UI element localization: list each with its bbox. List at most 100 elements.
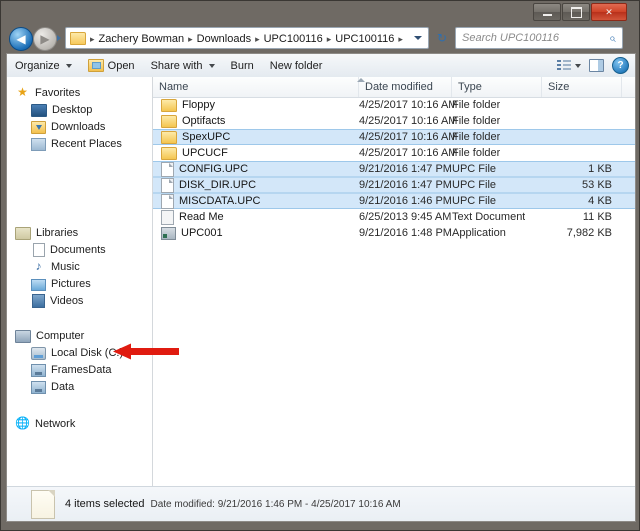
- folder-icon: [161, 146, 177, 160]
- sidebar-group-label: Favorites: [35, 86, 81, 99]
- table-row[interactable]: DISK_DIR.UPC 9/21/2016 1:47 PM UPC File 53 …: [153, 177, 635, 193]
- selection-count: 4 items selected: [65, 498, 145, 510]
- sidebar-item-documents[interactable]: Documents: [7, 241, 152, 258]
- cell-name: Optifacts: [153, 114, 225, 128]
- preview-pane-icon[interactable]: [589, 59, 604, 72]
- cell-name: CONFIG.UPC: [153, 161, 249, 177]
- table-row[interactable]: Read Me 6/25/2013 9:45 AM Text Document 11 …: [153, 209, 635, 225]
- sidebar-item-downloads[interactable]: Downloads: [7, 118, 152, 135]
- address-breadcrumb-bar[interactable]: ▸ Zachery Bowman ▸ Downloads ▸ UPC100116 ▸ UPC1…: [65, 27, 429, 49]
- organize-label: Organize: [15, 59, 60, 72]
- table-row[interactable]: SpexUPC 4/25/2017 10:16 AM File folder: [153, 129, 635, 145]
- breadcrumb-separator: ▸: [398, 34, 403, 44]
- toolbar-right-group: ?: [557, 57, 635, 74]
- sidebar-group-spacer: [7, 309, 152, 327]
- computer-icon: [15, 329, 31, 343]
- search-input[interactable]: Search UPC100116 ⌕: [455, 27, 623, 49]
- sidebar-item-music[interactable]: ♪ Music: [7, 258, 152, 275]
- chevron-down-icon[interactable]: [575, 63, 581, 68]
- burn-label: Burn: [230, 59, 254, 72]
- table-row[interactable]: Optifacts 4/25/2017 10:16 AM File folder: [153, 113, 635, 129]
- sidebar-group-computer[interactable]: Computer: [7, 327, 152, 344]
- document-icon: [33, 242, 45, 257]
- cell-date-modified: 9/21/2016 1:47 PM: [359, 163, 452, 175]
- column-header-date-modified[interactable]: Date modified: [359, 77, 452, 97]
- folder-icon: [161, 114, 177, 128]
- close-button[interactable]: ✕: [591, 3, 627, 21]
- cell-name: Floppy: [153, 98, 215, 112]
- sidebar-item-desktop[interactable]: Desktop: [7, 101, 152, 118]
- sidebar-item-pictures[interactable]: Pictures: [7, 275, 152, 292]
- history-dropdown-icon[interactable]: [57, 35, 61, 41]
- minimize-button[interactable]: [533, 3, 561, 21]
- desktop-icon: [31, 103, 47, 117]
- file-name-label: CONFIG.UPC: [179, 163, 249, 175]
- sort-indicator-icon: [357, 78, 365, 82]
- table-row[interactable]: CONFIG.UPC 9/21/2016 1:47 PM UPC File 1 KB: [153, 161, 635, 177]
- sidebar-item-recent-places[interactable]: Recent Places: [7, 135, 152, 152]
- sidebar-item-framesdata[interactable]: FramesData: [7, 361, 152, 378]
- sidebar-group-label: Network: [35, 417, 76, 430]
- open-button[interactable]: Open: [80, 55, 143, 76]
- search-icon: ⌕: [609, 30, 616, 45]
- organize-button[interactable]: Organize: [7, 55, 80, 76]
- share-with-button[interactable]: Share with: [143, 55, 223, 76]
- network-drive-icon: [31, 363, 46, 377]
- navigation-pane[interactable]: ★ Favorites Desktop Downloads Recent Places L…: [7, 77, 153, 486]
- file-list-pane[interactable]: Name Date modified Type Size Floppy 4/25/…: [153, 77, 635, 486]
- column-header-size[interactable]: Size: [542, 77, 622, 97]
- cell-date-modified: 9/21/2016 1:46 PM: [359, 195, 452, 207]
- sidebar-item-data[interactable]: Data: [7, 378, 152, 395]
- table-row[interactable]: MISCDATA.UPC 9/21/2016 1:46 PM UPC File 4 K…: [153, 193, 635, 209]
- red-annotation-arrow: [113, 343, 179, 360]
- column-header-name[interactable]: Name: [153, 77, 359, 97]
- command-toolbar: Organize Open Share with Burn New folder: [7, 54, 635, 78]
- sidebar-group-favorites[interactable]: ★ Favorites: [7, 84, 152, 101]
- cell-date-modified: 9/21/2016 1:48 PM: [359, 227, 452, 239]
- recent-places-icon: [31, 137, 46, 151]
- title-bar: ✕: [1, 1, 631, 23]
- burn-button[interactable]: Burn: [223, 55, 262, 76]
- breadcrumb-item[interactable]: Zachery Bowman: [97, 33, 187, 45]
- sidebar-item-label: Downloads: [51, 120, 106, 133]
- nav-top-spacer: [7, 77, 152, 84]
- sidebar-group-network[interactable]: 🌐 Network: [7, 415, 152, 432]
- cell-date-modified: 4/25/2017 10:16 AM: [359, 131, 458, 143]
- cell-type: UPC File: [452, 195, 497, 207]
- view-options-icon[interactable]: [557, 60, 571, 71]
- maximize-button[interactable]: [562, 3, 590, 21]
- sidebar-item-label: Videos: [50, 294, 84, 307]
- sidebar-group-libraries[interactable]: Libraries: [7, 224, 152, 241]
- sidebar-item-label: Documents: [50, 243, 106, 256]
- new-folder-label: New folder: [269, 59, 323, 72]
- breadcrumb-item[interactable]: UPC100116: [333, 33, 396, 45]
- chevron-down-icon[interactable]: [414, 36, 422, 40]
- column-header-type[interactable]: Type: [452, 77, 542, 97]
- cell-type: UPC File: [452, 163, 497, 175]
- sidebar-group-spacer: [7, 152, 152, 224]
- help-icon[interactable]: ?: [612, 57, 629, 74]
- network-drive-icon: [31, 380, 46, 394]
- forward-arrow-icon: ▶: [40, 32, 50, 46]
- breadcrumb-item[interactable]: UPC100116: [262, 33, 325, 45]
- cell-type: Application: [452, 227, 506, 239]
- open-label: Open: [107, 59, 135, 72]
- table-row[interactable]: UPCUCF 4/25/2017 10:16 AM File folder: [153, 145, 635, 161]
- sidebar-item-videos[interactable]: Videos: [7, 292, 152, 309]
- cell-date-modified: 6/25/2013 9:45 AM: [359, 211, 452, 223]
- sidebar-item-label: Recent Places: [51, 137, 122, 150]
- table-row[interactable]: UPC001 9/21/2016 1:48 PM Application 7,982 …: [153, 225, 635, 241]
- cell-type: File folder: [452, 115, 501, 127]
- breadcrumb-item[interactable]: Downloads: [195, 33, 253, 45]
- refresh-button[interactable]: ↻: [431, 27, 453, 49]
- table-row[interactable]: Floppy 4/25/2017 10:16 AM File folder: [153, 97, 635, 113]
- back-button[interactable]: ◀: [9, 27, 33, 51]
- forward-button[interactable]: ▶: [33, 27, 57, 51]
- refresh-icon: ↻: [436, 31, 448, 45]
- chevron-down-icon: [65, 63, 72, 68]
- sidebar-item-label: FramesData: [51, 363, 112, 376]
- cell-date-modified: 4/25/2017 10:16 AM: [359, 147, 458, 159]
- new-folder-button[interactable]: New folder: [262, 55, 331, 76]
- text-document-icon: [161, 209, 174, 225]
- video-icon: [32, 293, 45, 308]
